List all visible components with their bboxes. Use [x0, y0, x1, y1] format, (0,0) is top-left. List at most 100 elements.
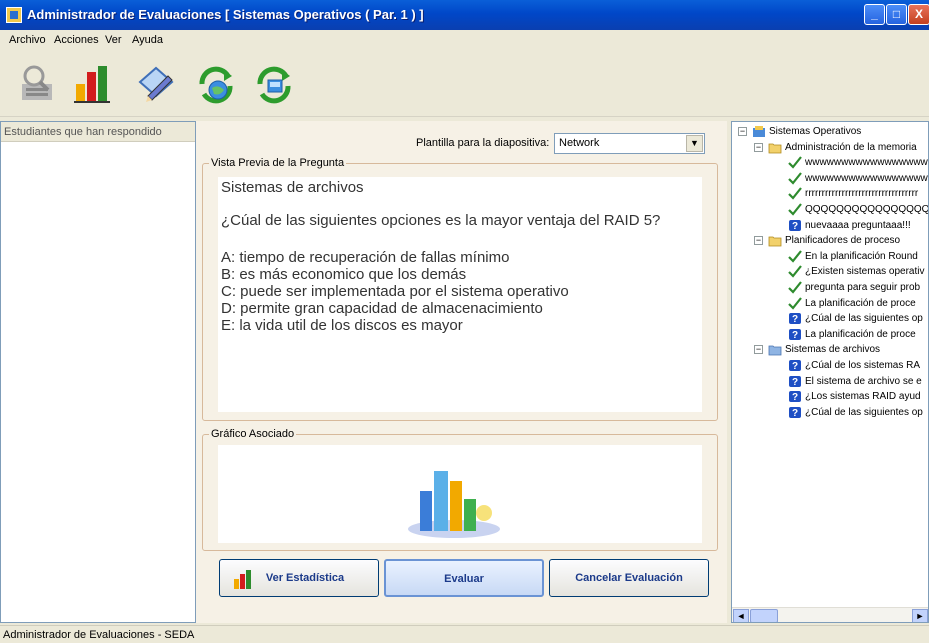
question-topic: Sistemas de archivos [221, 179, 364, 196]
question-icon: ? [788, 328, 802, 341]
check-icon [788, 296, 802, 310]
tree-item-label: Sistemas de archivos [785, 344, 881, 356]
tree-item-label: ¿Los sistemas RAID ayud [805, 391, 921, 403]
evaluate-button[interactable]: Evaluar [384, 559, 544, 597]
main-panel: Plantilla para la diapositiva: Network ▼… [196, 121, 727, 623]
close-button[interactable]: X [908, 4, 929, 25]
template-select[interactable]: Network ▼ [554, 133, 705, 154]
question-tree[interactable]: ◄ ► − Sistemas Operativos − Administración … [731, 121, 929, 623]
tree-item-label: ¿Cúal de las siguientes op [805, 406, 923, 418]
check-icon [788, 172, 802, 185]
associated-chart-screen [218, 445, 702, 543]
check-icon [788, 281, 802, 294]
check-icon [788, 187, 802, 201]
answer-option: B: es más economico que los demás [221, 266, 467, 283]
search-users-icon[interactable] [16, 62, 60, 106]
app-icon [6, 7, 22, 23]
scroll-left-icon[interactable]: ◄ [733, 609, 749, 622]
answer-option: D: permite gran capacidad de almacenacim… [221, 300, 543, 317]
svg-text:?: ? [792, 314, 798, 325]
tree-item-label: pregunta para seguir prob [805, 282, 921, 293]
cancel-evaluation-label: Cancelar Evaluación [575, 572, 683, 584]
tree-item-label: Planificadores de proceso [785, 235, 901, 247]
svg-text:?: ? [792, 221, 798, 232]
minimize-icon: _ [871, 7, 878, 21]
chart-graphic-icon [408, 471, 500, 538]
window-title: Administrador de Evaluaciones [ Sistemas… [27, 7, 424, 22]
question-preview-group: Vista Previa de la Pregunta Sistemas de … [202, 157, 718, 421]
menu-archivo[interactable]: Archivo [9, 34, 46, 46]
question-icon: ? [788, 359, 802, 372]
svg-text:?: ? [792, 361, 798, 372]
template-label: Plantilla para la diapositiva: [416, 137, 550, 149]
maximize-button[interactable]: □ [886, 4, 907, 25]
question-preview-screen: Sistemas de archivos ¿Cúal de las siguie… [218, 177, 702, 412]
tree-item-label: El sistema de archivo se e [805, 375, 922, 387]
tree-item-label: QQQQQQQQQQQQQQQQ [805, 204, 929, 215]
tree-item-label: ¿Existen sistemas operativ [805, 266, 925, 278]
tree-item-label: La planificación de proce [805, 328, 916, 340]
tree-item-label: wwwwwwwwwwwwwwwwwwwwwww [805, 157, 928, 169]
view-statistics-label: Ver Estadística [265, 572, 345, 584]
tree-item-label: wwwwwwwwwwwwwwwwwwwwwww [805, 172, 928, 184]
question-icon: ? [788, 390, 802, 403]
menu-ayuda[interactable]: Ayuda [132, 34, 163, 46]
answer-option: A: tiempo de recuperación de fallas míni… [221, 249, 510, 266]
question-icon: ? [788, 312, 802, 325]
chevron-down-icon[interactable]: ▼ [686, 135, 703, 152]
tree-collapse-icon[interactable]: − [754, 236, 763, 246]
svg-text:?: ? [792, 377, 798, 388]
folder-icon [768, 234, 782, 247]
view-statistics-button[interactable]: Ver Estadística [219, 559, 379, 597]
question-preview-legend: Vista Previa de la Pregunta [209, 157, 347, 169]
associated-chart-group: Gráfico Asociado [202, 428, 718, 551]
toolbar [0, 52, 929, 117]
tree-collapse-icon[interactable]: − [738, 127, 747, 136]
students-list-header: Estudiantes que han respondido [1, 122, 195, 142]
answer-option: C: puede ser implementada por el sistema… [221, 283, 569, 300]
tree-item-label: La planificación de proce [805, 297, 916, 309]
tree-item-label: nuevaaaa preguntaaa!!! [805, 219, 911, 231]
statistics-icon[interactable] [70, 62, 114, 106]
title-bar: Administrador de Evaluaciones [ Sistemas… [0, 0, 929, 30]
check-icon [788, 250, 802, 263]
svg-text:?: ? [792, 408, 798, 419]
refresh-globe-icon[interactable] [194, 62, 238, 106]
tree-item-label: Administración de la memoria [785, 141, 917, 153]
close-icon: X [914, 7, 923, 21]
svg-text:?: ? [792, 330, 798, 341]
svg-text:?: ? [792, 392, 798, 403]
question-icon: ? [788, 406, 802, 419]
minimize-button[interactable]: _ [864, 4, 885, 25]
status-bar: Administrador de Evaluaciones - SEDA [0, 625, 929, 643]
tree-collapse-icon[interactable]: − [754, 345, 763, 355]
folder-icon [752, 125, 766, 138]
horizontal-scrollbar[interactable]: ◄ ► [732, 607, 928, 622]
folder-icon [768, 141, 782, 154]
cancel-evaluation-button[interactable]: Cancelar Evaluación [549, 559, 709, 597]
refresh-sync-icon[interactable] [252, 62, 296, 106]
evaluate-label: Evaluar [444, 573, 484, 585]
menu-bar: Archivo Acciones Ver Ayuda [0, 30, 929, 52]
tree-collapse-icon[interactable]: − [754, 142, 763, 152]
question-text: ¿Cúal de las siguientes opciones es la m… [221, 212, 661, 229]
folder-icon [768, 343, 782, 356]
edit-pen-icon[interactable] [134, 62, 178, 106]
maximize-icon: □ [892, 7, 901, 21]
check-icon [788, 156, 802, 169]
menu-ver[interactable]: Ver [105, 34, 122, 46]
tree-item-label: Sistemas Operativos [769, 126, 862, 137]
menu-acciones[interactable]: Acciones [54, 34, 99, 46]
question-icon: ? [788, 219, 802, 232]
answer-option: E: la vida util de los discos es mayor [221, 317, 463, 334]
students-list-panel[interactable]: Estudiantes que han respondido [0, 121, 196, 623]
status-text: Administrador de Evaluaciones - SEDA [3, 629, 195, 641]
tree-item-label: ¿Cúal de las siguientes op [805, 313, 923, 325]
template-selected-value: Network [559, 137, 600, 149]
associated-chart-legend: Gráfico Asociado [209, 428, 297, 440]
scroll-right-icon[interactable]: ► [912, 609, 928, 622]
question-icon: ? [788, 375, 802, 388]
check-icon [788, 203, 802, 216]
scroll-thumb[interactable] [750, 609, 778, 622]
tree-item-label: rrrrrrrrrrrrrrrrrrrrrrrrrrrrrrrrrr [805, 188, 919, 200]
